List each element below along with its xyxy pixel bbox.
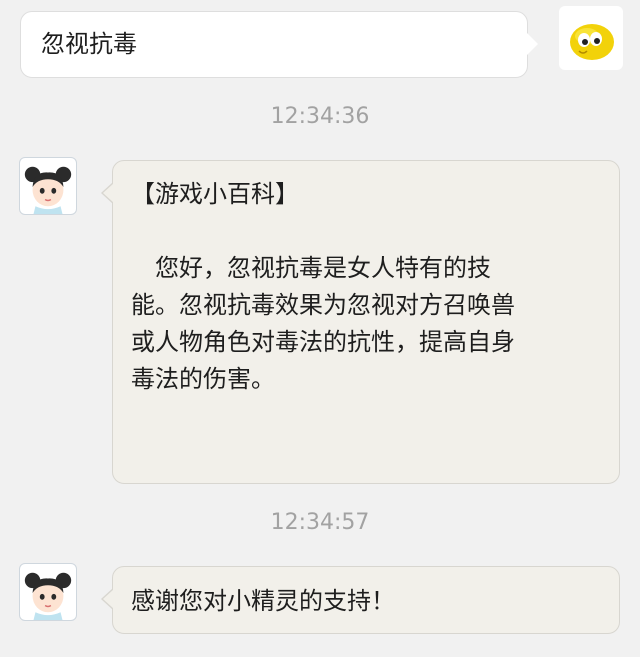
bot-message-line: 毒法的伤害。 (131, 365, 275, 393)
message-timestamp: 12:34:57 (270, 510, 370, 535)
user-message-bubble: 忽视抗毒 (20, 11, 538, 78)
bot-message-bubble: 【游戏小百科】 您好，忽视抗毒是女人特有的技 能。忽视抗毒效果为忽视对方召唤兽 … (101, 160, 620, 484)
girl-with-hair-buns-avatar (24, 166, 72, 214)
bot-avatar[interactable] (19, 157, 77, 215)
user-message-text: 忽视抗毒 (41, 30, 137, 58)
bot-message-line: 能。忽视抗毒效果为忽视对方召唤兽 (131, 291, 515, 319)
bot-message-title: 【游戏小百科】 (131, 180, 299, 208)
bot-message-line: 您好，忽视抗毒是女人特有的技 (155, 254, 491, 282)
yellow-smiley-face-icon (570, 24, 614, 60)
user-avatar[interactable] (559, 6, 623, 70)
bot-message-bubble: 感谢您对小精灵的支持！ (101, 566, 620, 634)
bot-avatar[interactable] (19, 563, 77, 621)
girl-with-hair-buns-avatar (24, 572, 72, 620)
bot-message-line: 或人物角色对毒法的抗性，提高自身 (131, 328, 515, 356)
bot-message-text: 感谢您对小精灵的支持！ (131, 587, 395, 615)
message-timestamp: 12:34:36 (270, 104, 370, 129)
